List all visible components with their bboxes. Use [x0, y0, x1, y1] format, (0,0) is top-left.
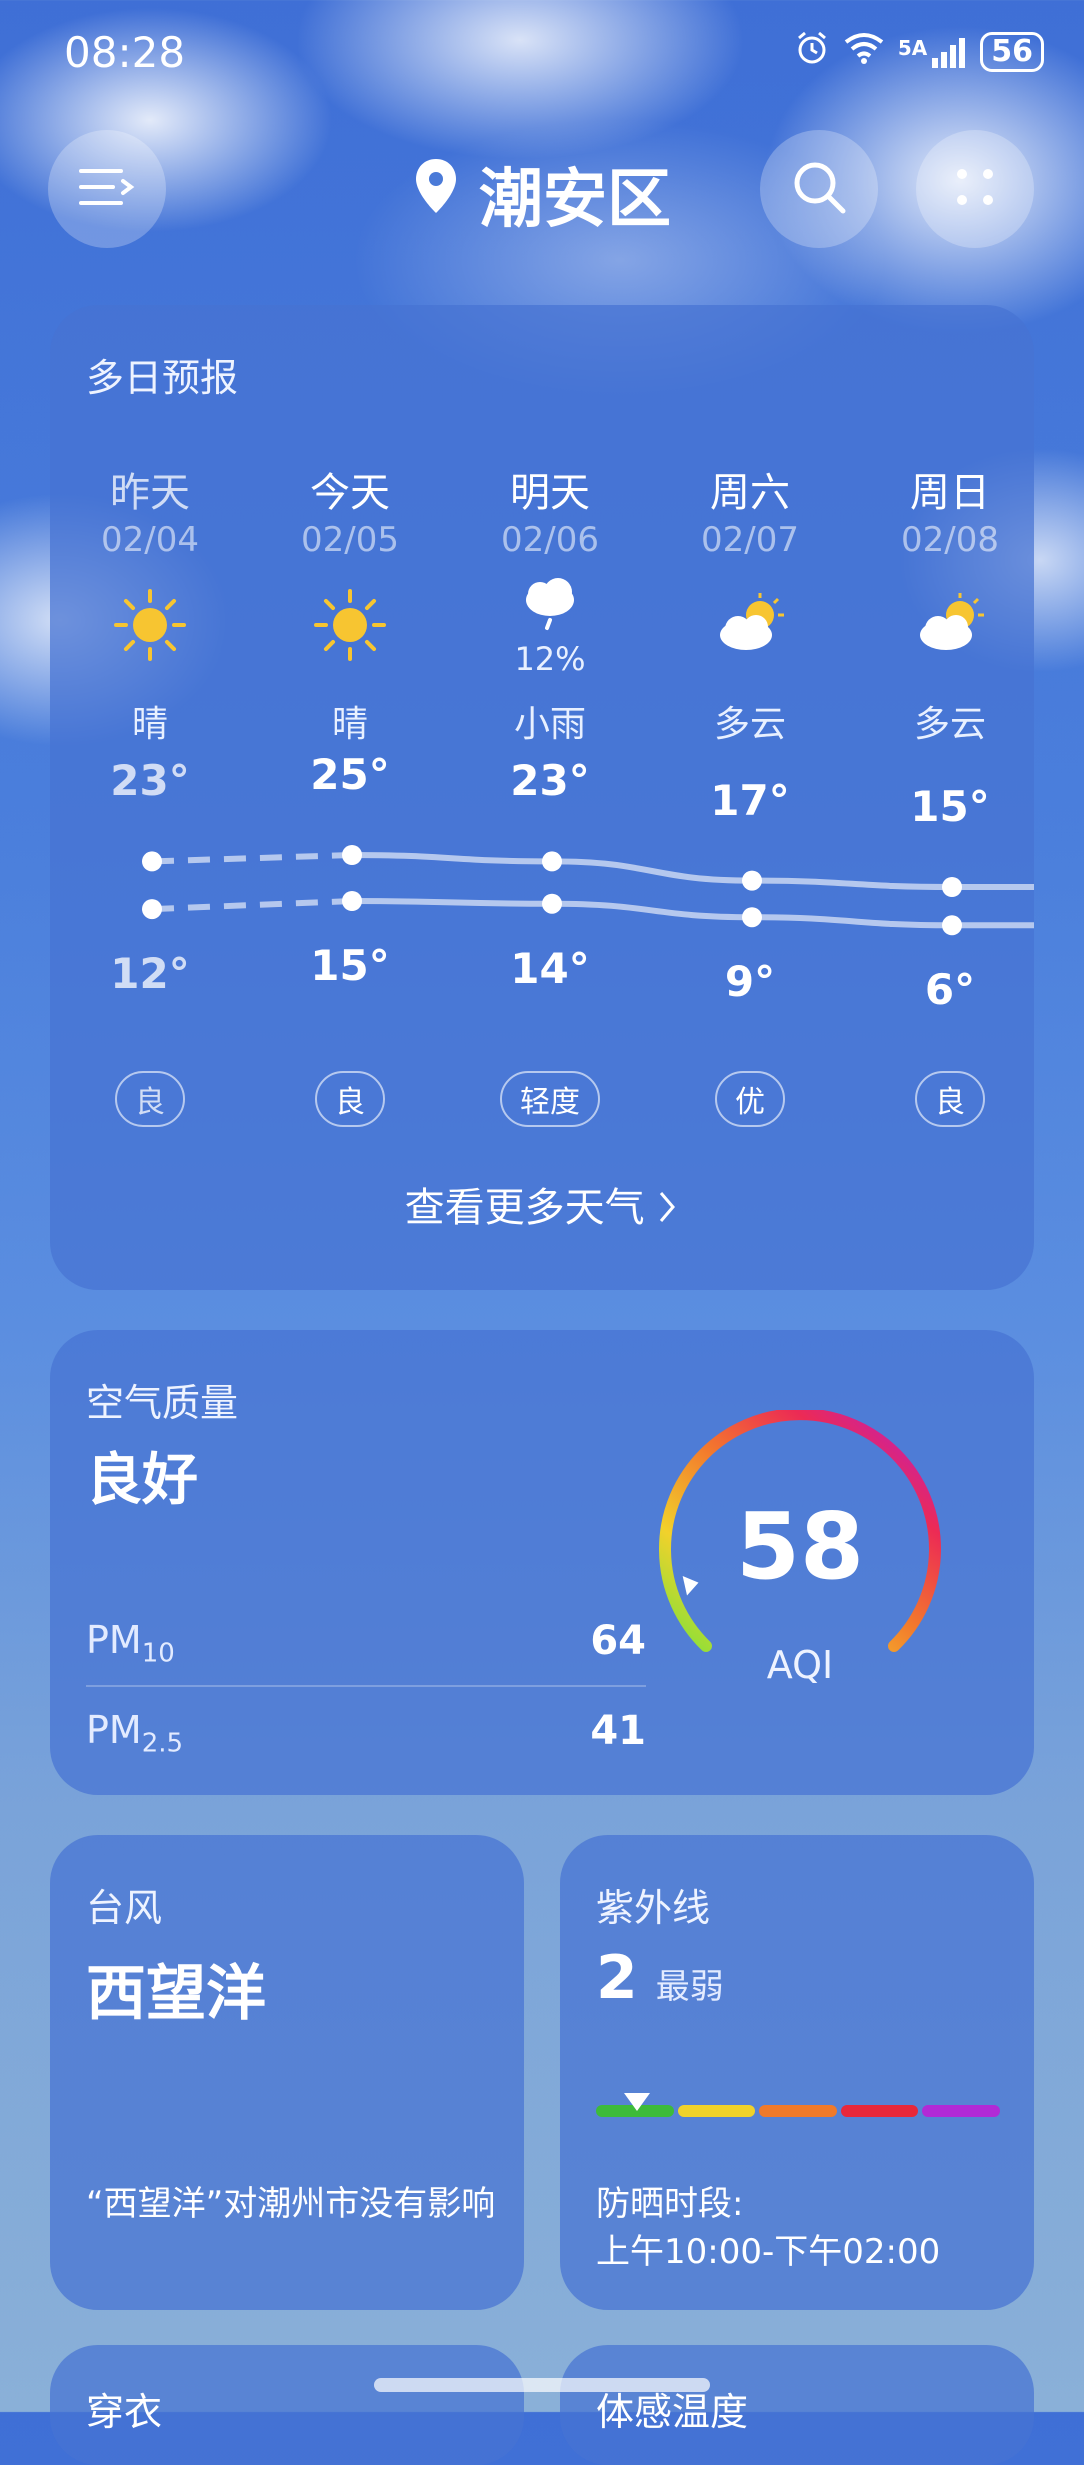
light-rain-icon	[510, 570, 590, 650]
typhoon-name: 西望洋	[86, 1959, 266, 2029]
precip-chance: 12%	[514, 640, 586, 678]
day-name: 昨天	[110, 470, 190, 516]
day-name: 周六	[710, 470, 790, 516]
aqi-gauge: 58 AQI	[659, 1410, 941, 1687]
more-options-button[interactable]	[916, 130, 1034, 248]
day-date: 02/07	[701, 520, 799, 560]
forecast-day[interactable]: 明天 02/06 12% 小雨 23° 14° 轻度	[450, 305, 650, 1290]
day-condition: 多云	[713, 704, 786, 745]
day-date: 02/04	[101, 520, 199, 560]
day-high-temp: 25°	[310, 750, 390, 799]
forecast-day[interactable]: 今天 02/05 晴 25° 15° 良	[250, 305, 450, 1290]
more-weather-label: 查看更多天气	[404, 1185, 645, 1231]
sun-icon	[310, 585, 390, 665]
day-condition: 多云	[913, 704, 986, 745]
day-date: 02/05	[301, 520, 399, 560]
day-condition: 晴	[331, 704, 368, 745]
day-low-temp: 9°	[724, 957, 776, 1007]
pm25-value: 41	[590, 1708, 646, 1754]
more-weather-link[interactable]: 查看更多天气	[50, 1175, 1034, 1233]
uv-scale-segment	[677, 2105, 756, 2117]
feels-like-card[interactable]: 体感温度	[560, 2345, 1034, 2465]
uv-card[interactable]: 紫外线 2 最弱 防晒时段: 上午10:00-下午02:00	[560, 1835, 1034, 2310]
day-high-temp: 23°	[510, 756, 590, 806]
pm25-row: PM2.5 41	[86, 1708, 646, 1788]
status-icons: 5A 56	[794, 30, 1044, 74]
day-date: 02/06	[501, 520, 599, 560]
forecast-card: 多日预报 昨天 02/04 晴 23° 12° 良 今天 02/05 晴 25°…	[50, 305, 1034, 1290]
partly-cloudy-icon	[710, 585, 790, 665]
uv-protect-label: 防晒时段:	[596, 2184, 744, 2224]
uv-level: 最弱	[655, 1967, 724, 2007]
pm10-value: 64	[590, 1618, 646, 1664]
uv-scale-segment	[922, 2105, 1000, 2117]
air-quality-level: 良好	[86, 1448, 198, 1513]
uv-protect: 防晒时段: 上午10:00-下午02:00	[596, 2180, 940, 2276]
typhoon-card[interactable]: 台风 西望洋 “西望洋”对潮州市没有影响	[50, 1835, 524, 2310]
day-low-temp: 6°	[924, 965, 976, 1015]
uv-scale-segment	[840, 2105, 919, 2117]
uv-title: 紫外线	[596, 1886, 711, 1930]
day-condition: 小雨	[513, 704, 586, 745]
uv-marker	[622, 2091, 652, 2117]
network-label: 5A	[897, 36, 928, 60]
search-button[interactable]	[760, 130, 878, 248]
day-high-temp: 17°	[710, 775, 790, 825]
sun-icon	[110, 585, 190, 665]
home-indicator[interactable]	[374, 2378, 710, 2392]
day-name: 明天	[510, 470, 590, 516]
day-aqi-badge: 轻度	[500, 1071, 600, 1127]
search-icon	[789, 157, 849, 221]
air-quality-title: 空气质量	[86, 1381, 239, 1425]
day-aqi-badge: 良	[315, 1071, 385, 1127]
day-low-temp: 15°	[310, 941, 390, 990]
battery-indicator: 56	[980, 32, 1044, 72]
uv-index: 2	[596, 1943, 638, 2013]
day-aqi-badge: 良	[115, 1071, 185, 1127]
forecast-day[interactable]: 昨天 02/04 晴 23° 12° 良	[50, 305, 250, 1290]
typhoon-title: 台风	[86, 1886, 163, 1930]
clothing-title: 穿衣	[86, 2390, 163, 2434]
day-date: 02/08	[901, 520, 999, 560]
city-name: 潮安区	[479, 163, 671, 237]
uv-scale-segment	[759, 2105, 837, 2117]
forecast-day[interactable]: 周六 02/07 多云 17° 9° 优	[650, 305, 850, 1290]
day-condition: 晴	[131, 704, 168, 745]
forecast-day[interactable]: 周日 02/08 多云 15° 6° 良	[850, 305, 1034, 1290]
pm25-label: PM2.5	[86, 1708, 184, 1759]
pm10-label: PM10	[86, 1618, 175, 1669]
signal-icon: 5A	[898, 36, 966, 68]
day-high-temp: 15°	[910, 782, 990, 831]
wifi-icon	[844, 32, 884, 72]
clothing-card[interactable]: 穿衣	[50, 2345, 524, 2465]
top-bar: 潮安区	[0, 126, 1084, 248]
uv-protect-time: 上午10:00-下午02:00	[596, 2232, 941, 2272]
aqi-value: 58	[736, 1493, 864, 1600]
uv-scale	[596, 2105, 1000, 2117]
chevron-right-icon	[657, 1185, 679, 1231]
day-low-temp: 14°	[510, 943, 590, 993]
day-aqi-badge: 良	[915, 1071, 985, 1127]
day-name: 周日	[910, 470, 990, 516]
day-high-temp: 23°	[110, 756, 190, 806]
status-bar: 08:28 5A 56	[0, 0, 1084, 110]
day-aqi-badge: 优	[715, 1071, 785, 1127]
aqi-label: AQI	[767, 1643, 833, 1687]
uv-reading: 2 最弱	[596, 1943, 724, 2013]
status-time: 08:28	[64, 28, 186, 77]
location-pin-icon	[413, 157, 459, 231]
air-quality-card[interactable]: 空气质量 良好 PM10 64 PM2.5 41 58 AQI	[50, 1330, 1034, 1795]
partly-cloudy-icon	[910, 585, 990, 665]
day-low-temp: 12°	[110, 949, 190, 999]
day-name: 今天	[310, 470, 390, 516]
typhoon-note: “西望洋”对潮州市没有影响	[86, 2184, 496, 2224]
dots-grid-icon	[950, 162, 1000, 216]
divider	[86, 1685, 646, 1687]
alarm-icon	[794, 30, 830, 74]
